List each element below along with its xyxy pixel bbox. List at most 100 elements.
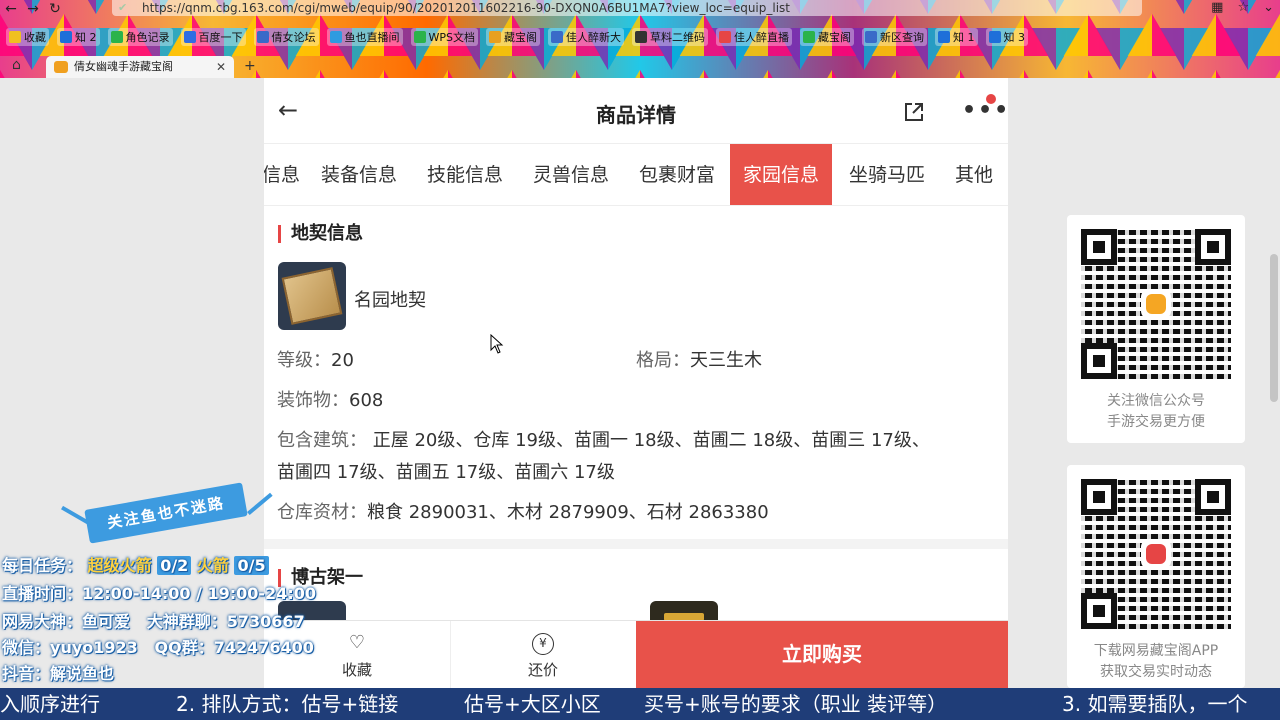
buildings-row-2: 苗圃四 17级、苗圃五 17级、苗圃六 17级 [277, 462, 615, 483]
bookmark-item[interactable]: 知 3 [985, 28, 1028, 46]
refresh-icon[interactable]: ↻ [44, 0, 66, 18]
bookmark-item[interactable]: 佳人醉新大 [548, 28, 624, 46]
browser-chrome: ← → ↻ ✔ https://qnm.cbg.163.com/cgi/mweb… [0, 0, 1280, 78]
level-row: 等级：20 [277, 350, 354, 371]
buy-now-button[interactable]: 立即购买 [636, 621, 1008, 688]
ticker-text: 估号+大区小区 [464, 692, 601, 716]
check-icon [719, 31, 731, 43]
qr-finder [1195, 479, 1231, 515]
bookmark-item[interactable]: 草料二维码 [632, 28, 708, 46]
close-icon[interactable]: ✕ [216, 56, 226, 78]
qr-caption: 下载网易藏宝阁APP 获取交易实时动态 [1093, 643, 1219, 680]
contact-line-1: 网易大神：鱼可爱 大神群聊：5730667 [2, 612, 305, 631]
buildings-row: 包含建筑： 正屋 20级、仓库 19级、苗圃一 18级、苗圃二 18级、苗圃三 … [277, 430, 930, 451]
qr-icon [635, 31, 647, 43]
menu-icon[interactable]: ⌄ [1263, 0, 1274, 15]
bookmark-item[interactable]: 百度一下 [180, 28, 246, 46]
bookmark-item[interactable]: WPS文档 [410, 28, 478, 46]
stream-time-line: 直播时间：12:00-14:00 / 19:00-24:00 [2, 584, 316, 603]
favicon-icon [54, 61, 68, 73]
back-arrow-icon[interactable]: ← [0, 0, 22, 18]
wps-icon [413, 31, 426, 43]
more-icon[interactable]: ••• [962, 98, 1008, 123]
bookmark-item[interactable]: 倩女论坛 [253, 28, 319, 46]
section-title: 地契信息 [278, 225, 363, 243]
scroll-icon [281, 267, 343, 325]
bookmark-item[interactable]: 收藏 [6, 28, 49, 46]
doc-icon [110, 31, 123, 43]
cbg-icon [489, 31, 501, 43]
qr-finder [1081, 343, 1117, 379]
tab-pets[interactable]: 灵兽信息 [533, 144, 609, 205]
ticker-text: 买号+账号的要求（职业 装评等） [644, 692, 948, 716]
tab-info[interactable]: 信息 [264, 144, 300, 205]
live-icon [329, 31, 342, 43]
deed-name: 名园地契 [354, 290, 426, 311]
zhi-icon [938, 31, 950, 43]
yen-icon: ¥ [532, 633, 554, 655]
browser-actions: ▦ ☆ ⌄ [1211, 0, 1274, 15]
ticker-text: 2. 排队方式：估号+链接 [176, 692, 399, 716]
spark-icon [247, 492, 283, 528]
grid-icon[interactable]: ▦ [1211, 0, 1223, 15]
zhi-icon [60, 31, 72, 43]
tab-equipment[interactable]: 装备信息 [321, 144, 397, 205]
scrollbar[interactable] [1268, 78, 1280, 688]
url-bar[interactable]: https://qnm.cbg.163.com/cgi/mweb/equip/9… [112, 0, 1142, 16]
bookmark-item[interactable]: 新区查询 [862, 28, 927, 46]
follow-banner: 关注鱼也不迷路 [84, 482, 248, 544]
app-qr-code [1081, 479, 1231, 629]
contact-line-2: 微信：yuyo1923 QQ群：742476400 [2, 638, 314, 657]
page-header: ← 商品详情 ••• [264, 78, 1008, 144]
share-icon[interactable] [902, 100, 926, 124]
star-icon[interactable]: ☆ [1237, 0, 1249, 15]
paw-icon [183, 31, 196, 43]
forum-icon [256, 31, 269, 43]
scrolling-ticker: 入顺序进行 2. 排队方式：估号+链接 估号+大区小区 买号+账号的要求（职业 … [0, 688, 1280, 720]
tab-mounts[interactable]: 坐骑马匹 [849, 144, 925, 205]
bookmark-item[interactable]: 鱼也直播间 [326, 28, 403, 46]
app-qr-card: 下载网易藏宝阁APP 获取交易实时动态 [1067, 465, 1245, 688]
notification-dot [986, 94, 996, 104]
bookmark-item[interactable]: 藏宝阁 [486, 28, 540, 46]
browser-tab[interactable]: 倩女幽魂手游藏宝阁 ✕ [46, 56, 234, 78]
tab-home[interactable]: 家园信息 [730, 144, 833, 205]
ticker-text: 入顺序进行 [0, 692, 100, 716]
doc-icon [551, 31, 563, 43]
zhi-icon [988, 31, 1001, 43]
qr-finder [1195, 229, 1231, 265]
spark-icon [53, 505, 89, 539]
bargain-button[interactable]: ¥ 还价 [450, 621, 636, 688]
tab-strip: ⌂ 倩女幽魂手游藏宝阁 ✕ + [0, 54, 1280, 78]
qr-finder [1081, 229, 1117, 265]
tab-other[interactable]: 其他 [955, 144, 993, 205]
cbg-logo-icon [1141, 289, 1171, 319]
qr-finder [1081, 593, 1117, 629]
bookmark-item[interactable]: 角色记录 [107, 28, 173, 46]
bookmark-item[interactable]: 知 1 [935, 28, 978, 46]
tab-inventory[interactable]: 包裹财富 [639, 144, 715, 205]
wechat-qr-card: 关注微信公众号 手游交易更方便 [1067, 215, 1245, 443]
home-icon[interactable]: ⌂ [12, 57, 21, 73]
cursor-icon [490, 334, 504, 354]
stream-overlay: 关注鱼也不迷路 每日任务： 超级火箭 0/2 火箭 0/5 直播时间：12:00… [0, 482, 380, 688]
tab-skills[interactable]: 技能信息 [427, 144, 503, 205]
layout-row: 格局：天三生木 [636, 350, 762, 371]
ticker-text: 3. 如需要插队，一个 [1062, 692, 1248, 716]
new-tab-icon[interactable]: + [244, 58, 256, 74]
qr-caption: 关注微信公众号 手游交易更方便 [1107, 393, 1205, 430]
bookmark-item[interactable]: 知 2 [57, 28, 100, 46]
deed-scroll-image[interactable] [278, 262, 346, 330]
qr-finder [1081, 479, 1117, 515]
decor-row: 装饰物：608 [277, 390, 384, 411]
star-icon [9, 31, 21, 43]
forward-arrow-icon[interactable]: → [22, 0, 44, 18]
scrollbar-thumb[interactable] [1270, 254, 1278, 402]
contact-line-3: 抖音：解说鱼也 [2, 664, 115, 683]
bookmark-item[interactable]: 藏宝阁 [800, 28, 854, 46]
app-logo-icon [1141, 539, 1171, 569]
bookmark-item[interactable]: 佳人醉直播 [716, 28, 792, 46]
bookmarks-bar: 收藏 知 2 角色记录 百度一下 倩女论坛 鱼也直播间 WPS文档 藏宝阁 佳人… [6, 26, 1028, 48]
search-icon [865, 31, 877, 43]
daily-task-line: 每日任务： 超级火箭 0/2 火箭 0/5 [2, 552, 269, 576]
